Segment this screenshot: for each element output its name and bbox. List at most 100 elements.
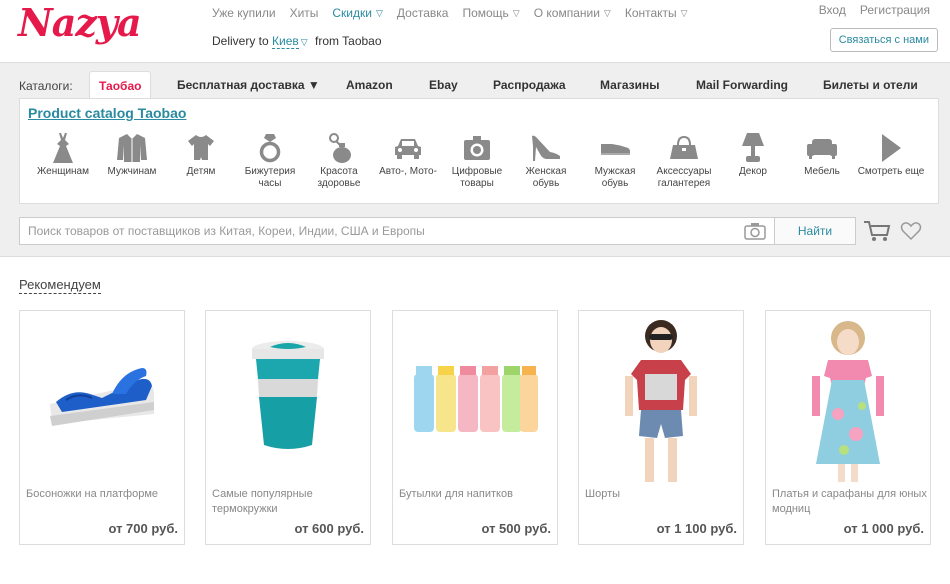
category-label: Детям	[186, 166, 216, 177]
catalog-panel: Каталоги: Таобао Бесплатная доставка ▼ A…	[0, 62, 950, 257]
delivery-city-selector[interactable]: Киев	[272, 34, 299, 49]
product-name[interactable]: Самые популярные термокружки	[212, 487, 367, 517]
category-accessories[interactable]: Аксессуары галантерея	[649, 131, 719, 190]
nav-item-help[interactable]: Помощь ▽	[462, 6, 519, 20]
dress-icon	[28, 131, 98, 165]
chevron-down-icon[interactable]: ▽	[301, 37, 308, 47]
catalog-tabs: Каталоги: Таобао Бесплатная доставка ▼ A…	[0, 71, 950, 101]
top-navigation: Уже купили Хиты Скидки ▽ Доставка Помощь ▽…	[212, 6, 702, 20]
play-arrow-icon	[856, 131, 926, 165]
chevron-down-icon: ▽	[680, 7, 688, 18]
category-womens-shoes[interactable]: Женская обувь	[511, 131, 581, 190]
delivery-location: Delivery to Киев ▽ from Taobao	[212, 34, 382, 49]
tab-ebay[interactable]: Ebay	[429, 71, 458, 99]
tab-shops[interactable]: Магазины	[600, 71, 659, 99]
header: Nazya Уже купили Хиты Скидки ▽ Доставка П…	[0, 0, 950, 62]
category-label: Бижутерия часы	[244, 166, 296, 189]
category-kids[interactable]: Детям	[166, 131, 236, 178]
product-name[interactable]: Босоножки на платформе	[26, 487, 181, 502]
category-label: Декор	[739, 166, 767, 177]
ring-icon	[235, 131, 305, 165]
category-label: Мужская обувь	[594, 166, 636, 189]
product-card[interactable]: Платья и сарафаны для юных модниц от 1 0…	[765, 310, 931, 545]
tab-sale[interactable]: Распродажа	[493, 71, 566, 99]
product-card[interactable]: Босоножки на платформе от 700 руб.	[19, 310, 185, 545]
product-price: от 600 руб.	[294, 521, 364, 536]
category-label: Аксессуары галантерея	[656, 166, 712, 189]
category-auto[interactable]: Авто-, Мото-	[373, 131, 443, 178]
site-logo[interactable]: Nazya	[18, 0, 142, 45]
category-decor[interactable]: Декор	[718, 131, 788, 178]
chevron-down-icon: ▽	[603, 7, 611, 18]
nav-item-discounts[interactable]: Скидки ▽	[332, 6, 383, 20]
camera-search-icon[interactable]	[744, 222, 766, 243]
product-image-dress[interactable]	[766, 311, 930, 486]
category-beauty[interactable]: Красота здоровье	[304, 131, 374, 190]
product-image-bottles[interactable]	[393, 311, 557, 486]
category-label: Красота здоровье	[317, 166, 361, 189]
baby-bodysuit-icon	[166, 131, 236, 165]
search-input[interactable]	[20, 218, 740, 244]
handbag-icon	[649, 131, 719, 165]
contact-us-button[interactable]: Связаться с нами	[829, 28, 938, 52]
nav-item-bought[interactable]: Уже купили	[212, 6, 276, 20]
recommended-title[interactable]: Рекомендуем	[19, 277, 101, 294]
perfume-icon	[304, 131, 374, 165]
cart-icon[interactable]	[863, 219, 891, 246]
catalog-box: Product catalog Taobao Женщинам Мужчинам…	[19, 98, 939, 204]
category-digital[interactable]: Цифровые товары	[442, 131, 512, 190]
category-jewelry[interactable]: Бижутерия часы	[235, 131, 305, 190]
category-men[interactable]: Мужчинам	[97, 131, 167, 178]
favorites-heart-icon[interactable]	[900, 221, 922, 244]
category-label: Женская обувь	[525, 166, 567, 189]
nav-item-about[interactable]: О компании ▽	[534, 6, 611, 20]
high-heel-icon	[511, 131, 581, 165]
chevron-down-icon: ▽	[375, 7, 383, 18]
product-image-shorts[interactable]	[579, 311, 743, 486]
product-name[interactable]: Платья и сарафаны для юных модниц	[772, 487, 927, 517]
category-label: Цифровые товары	[451, 166, 503, 189]
category-women[interactable]: Женщинам	[28, 131, 98, 178]
tab-free-shipping[interactable]: Бесплатная доставка ▼	[177, 71, 320, 99]
nav-item-hits[interactable]: Хиты	[290, 6, 319, 20]
product-card[interactable]: Бутылки для напитков от 500 руб.	[392, 310, 558, 545]
nav-item-delivery[interactable]: Доставка	[397, 6, 449, 20]
chevron-down-icon: ▽	[512, 7, 520, 18]
lamp-icon	[718, 131, 788, 165]
nav-item-contacts[interactable]: Контакты ▽	[625, 6, 688, 20]
product-image-mug[interactable]	[206, 311, 370, 486]
tab-mail-forwarding[interactable]: Mail Forwarding	[696, 71, 788, 99]
catalog-title[interactable]: Product catalog Taobao	[28, 105, 186, 121]
product-card[interactable]: Самые популярные термокружки от 600 руб.	[205, 310, 371, 545]
search-button[interactable]: Найти	[774, 217, 856, 245]
product-price: от 1 000 руб.	[843, 521, 924, 536]
category-see-more[interactable]: Смотреть еще	[856, 131, 926, 178]
jacket-icon	[97, 131, 167, 165]
product-card[interactable]: Шорты от 1 100 руб.	[578, 310, 744, 545]
product-price: от 500 руб.	[481, 521, 551, 536]
product-price: от 700 руб.	[108, 521, 178, 536]
category-furniture[interactable]: Мебель	[787, 131, 857, 178]
tab-tickets-hotels[interactable]: Билеты и отели	[823, 71, 918, 99]
category-label: Женщинам	[37, 166, 89, 177]
auth-links: Вход Регистрация	[819, 3, 930, 17]
camera-icon	[442, 131, 512, 165]
product-name[interactable]: Шорты	[585, 487, 740, 502]
category-label: Авто-, Мото-	[379, 166, 437, 177]
tab-amazon[interactable]: Amazon	[346, 71, 393, 99]
product-image-sandal[interactable]	[20, 311, 184, 486]
search-bar: Найти	[19, 217, 856, 245]
category-label: Мебель	[804, 166, 840, 177]
product-price: от 1 100 руб.	[656, 521, 737, 536]
category-label: Смотреть еще	[857, 166, 925, 177]
product-name[interactable]: Бутылки для напитков	[399, 487, 554, 502]
sofa-icon	[787, 131, 857, 165]
car-icon	[373, 131, 443, 165]
register-link[interactable]: Регистрация	[860, 3, 930, 17]
category-mens-shoes[interactable]: Мужская обувь	[580, 131, 650, 190]
catalogs-label: Каталоги:	[19, 79, 73, 93]
category-label: Мужчинам	[107, 166, 157, 177]
mens-shoe-icon	[580, 131, 650, 165]
tab-taobao[interactable]: Таобао	[89, 71, 152, 101]
login-link[interactable]: Вход	[819, 3, 846, 17]
